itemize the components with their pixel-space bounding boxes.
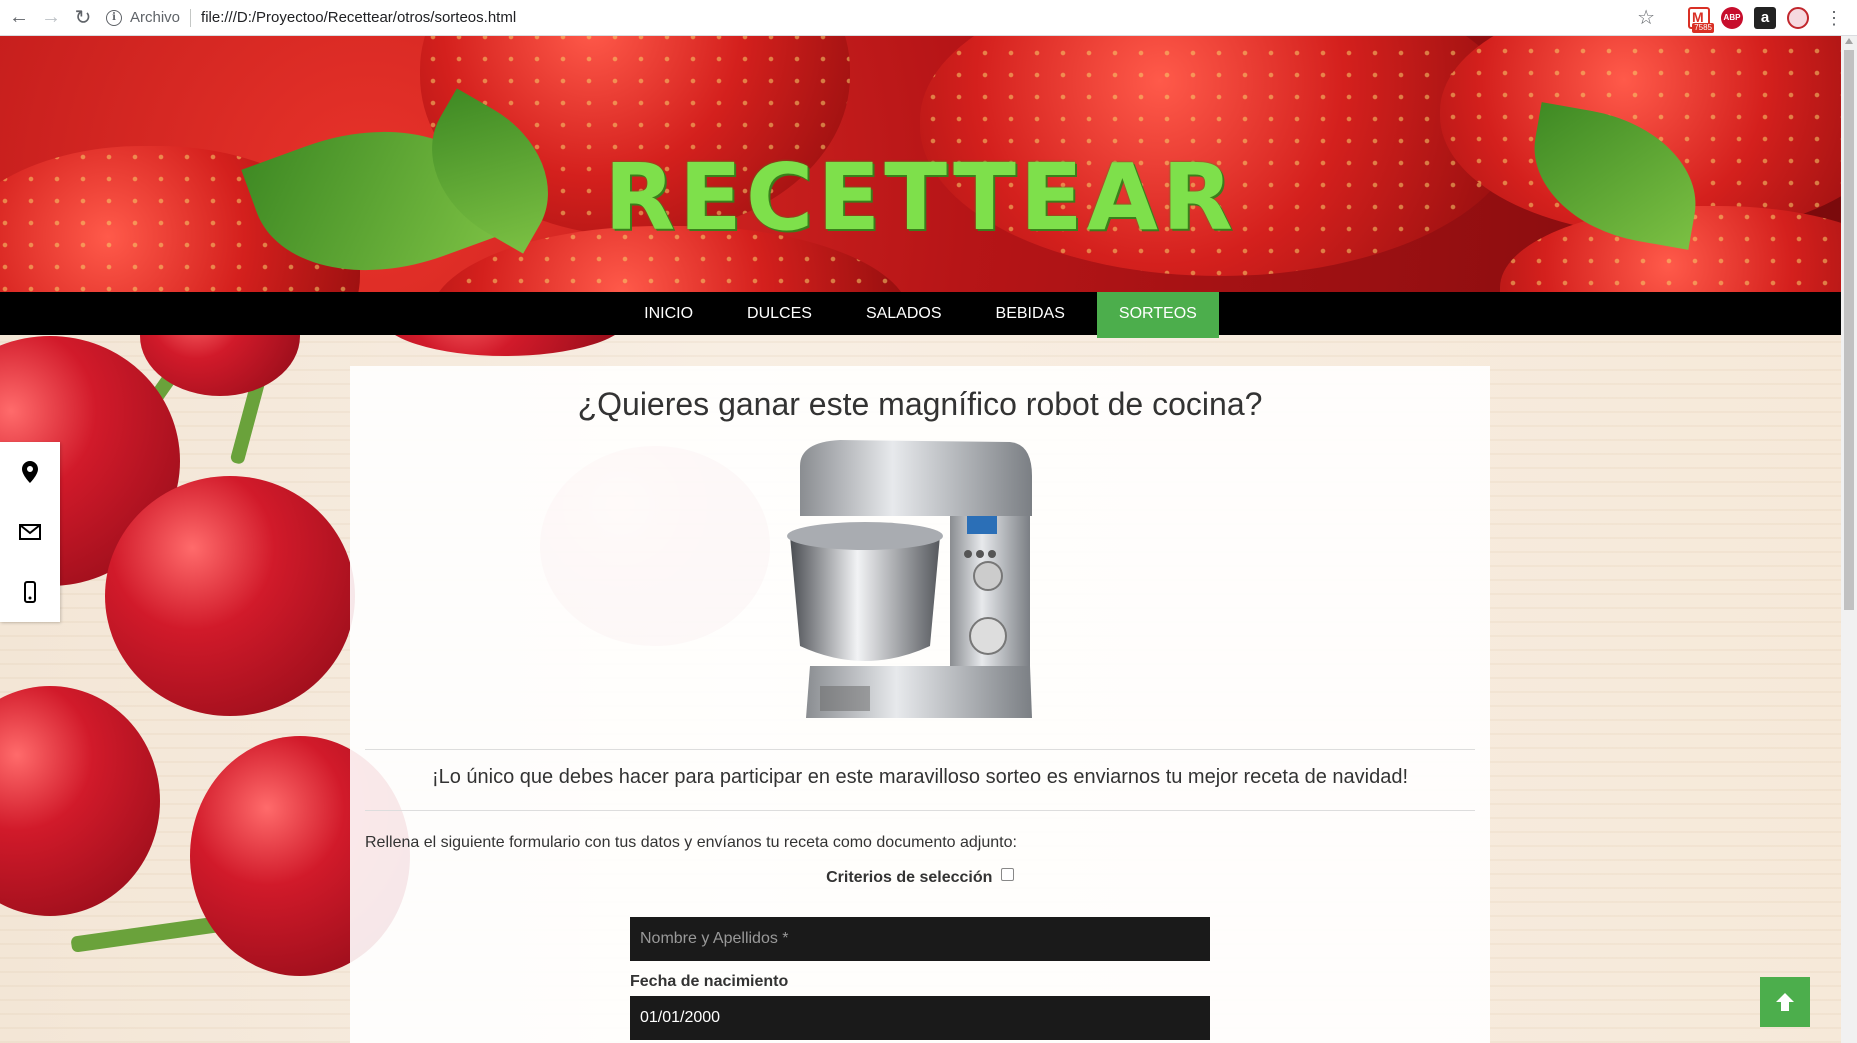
- info-icon[interactable]: i: [106, 9, 122, 26]
- divider: [365, 810, 1475, 811]
- map-marker-icon[interactable]: [0, 442, 60, 502]
- scheme-label: Archivo: [130, 9, 181, 26]
- page-scrollbar[interactable]: [1841, 36, 1857, 1043]
- contact-sidebar: [0, 442, 60, 622]
- main-navbar: INICIO DULCES SALADOS BEBIDAS SORTEOS: [0, 292, 1841, 338]
- nav-list: INICIO DULCES SALADOS BEBIDAS SORTEOS: [0, 292, 1841, 338]
- bookmark-star-icon[interactable]: ☆: [1637, 5, 1655, 30]
- selection-criteria: Criterios de selección: [350, 868, 1490, 887]
- page-viewport: RECETTEAR INICIO DULCES SALADOS BEBIDAS …: [0, 36, 1841, 1043]
- nav-item-dulces[interactable]: DULCES: [725, 292, 834, 335]
- birth-date-input[interactable]: 01/01/2000: [630, 996, 1210, 1040]
- header-banner: RECETTEAR: [0, 36, 1841, 292]
- criteria-checkbox[interactable]: [1000, 868, 1014, 881]
- cherry: [0, 686, 160, 916]
- criteria-label: Criterios de selección: [826, 869, 993, 886]
- back-to-top-button[interactable]: [1760, 977, 1810, 1027]
- nav-item-sorteos[interactable]: SORTEOS: [1096, 292, 1219, 338]
- more-menu-icon[interactable]: ⋮: [1825, 9, 1843, 27]
- form-instructions: Rellena el siguiente formulario con tus …: [365, 834, 1017, 851]
- omnibox-divider: [190, 8, 192, 27]
- reload-icon[interactable]: ↻: [70, 5, 96, 31]
- contest-title: ¿Quieres ganar este magnífico robot de c…: [577, 386, 1263, 422]
- profile-avatar-icon[interactable]: [1787, 6, 1809, 29]
- scroll-up-arrow-icon[interactable]: [1845, 38, 1853, 44]
- amazon-extension-icon[interactable]: a: [1754, 6, 1776, 29]
- address-bar[interactable]: i Archivo file:///D:/Proyectoo/Recettear…: [106, 4, 1637, 32]
- url-text[interactable]: file:///D:/Proyectoo/Recettear/otros/sor…: [201, 9, 516, 26]
- gmail-extension-icon[interactable]: M 7585: [1688, 6, 1714, 33]
- envelope-icon[interactable]: [0, 502, 60, 562]
- divider: [365, 749, 1475, 750]
- kitchen-robot-image: [787, 440, 1032, 718]
- back-arrow-icon[interactable]: ←: [6, 5, 32, 31]
- nav-item-inicio[interactable]: INICIO: [622, 292, 715, 335]
- cherry: [105, 476, 355, 716]
- contest-lead: ¡Lo único que debes hacer para participa…: [431, 766, 1409, 788]
- site-logo[interactable]: RECETTEAR: [0, 144, 1841, 251]
- birth-date-label: Fecha de nacimiento: [630, 973, 789, 990]
- adblock-plus-icon[interactable]: ABP: [1721, 6, 1743, 29]
- nav-item-salados[interactable]: SALADOS: [844, 292, 964, 335]
- nav-item-bebidas[interactable]: BEBIDAS: [974, 292, 1087, 335]
- arrow-up-icon: [1776, 993, 1794, 1011]
- gmail-count-badge: 7585: [1692, 22, 1714, 33]
- browser-toolbar: ← → ↻ i Archivo file:///D:/Proyectoo/Rec…: [0, 0, 1857, 36]
- scrollbar-thumb[interactable]: [1844, 50, 1854, 610]
- mobile-phone-icon[interactable]: [0, 562, 60, 622]
- toolbar-right: ☆ M 7585 ABP a ⋮: [1637, 5, 1843, 33]
- forward-arrow-icon[interactable]: →: [38, 5, 64, 31]
- contest-card: ¿Quieres ganar este magnífico robot de c…: [350, 366, 1490, 1043]
- name-input[interactable]: Nombre y Apellidos *: [630, 917, 1210, 961]
